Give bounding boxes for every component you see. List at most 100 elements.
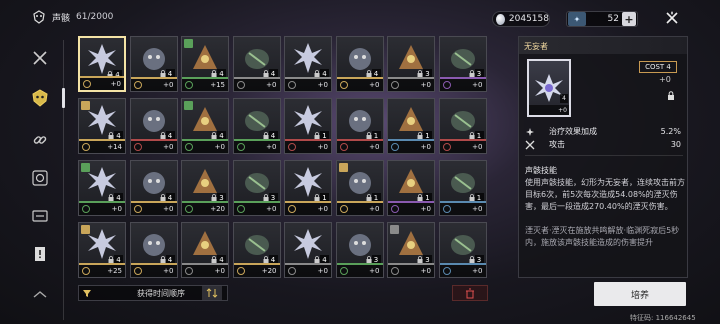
element-icon	[339, 143, 348, 151]
echo-card[interactable]: 4 +0	[129, 36, 178, 92]
cultivate-button[interactable]: 培养	[594, 282, 686, 306]
stamina-icon: ✦	[568, 12, 586, 26]
echo-card[interactable]: 4 +0	[232, 36, 281, 92]
echo-card[interactable]: 3 +0	[387, 36, 435, 92]
echo-tune: +0	[472, 81, 483, 89]
element-icon	[391, 205, 399, 213]
sidebar-item-more[interactable]	[26, 280, 54, 308]
echo-card[interactable]: 1 +0	[284, 160, 332, 216]
lock-icon[interactable]	[667, 91, 675, 100]
echo-card[interactable]: 1 +0	[438, 98, 487, 154]
card-footer: +0	[182, 141, 228, 153]
echo-card[interactable]: 4 +15	[181, 36, 229, 92]
echo-tune: +15	[210, 81, 225, 89]
stamina-value: 52	[607, 14, 619, 24]
echo-tune: +0	[317, 81, 328, 89]
set-badge-icon	[184, 101, 193, 110]
echo-grid: 4 +0 4 +0 4 +15 4 +0 4 +0 4 +0 3 +0 3 +0 4 +14 4 +0 4 +0 4 +0 1 +…	[78, 36, 488, 280]
echo-tune: +0	[163, 81, 174, 89]
card-footer: +0	[336, 141, 383, 153]
card-footer: +0	[80, 78, 124, 90]
element-icon	[288, 143, 296, 151]
chevron-icon	[33, 291, 47, 298]
echo-card[interactable]: 3 +20	[181, 160, 229, 216]
sidebar-item-tuning[interactable]	[26, 126, 54, 154]
echo-card[interactable]: 3 +0	[335, 222, 384, 278]
sidebar-item-weapon[interactable]	[26, 44, 54, 72]
echo-tune: +0	[369, 205, 380, 213]
echo-tune: +0	[317, 143, 328, 151]
element-icon	[236, 143, 245, 151]
discard-button[interactable]	[452, 285, 488, 301]
sort-order-toggle[interactable]	[202, 286, 222, 300]
echo-card[interactable]: 4 +0	[232, 98, 281, 154]
echo-card[interactable]: 4 +0	[284, 222, 332, 278]
echo-tune: +0	[163, 267, 174, 275]
echo-card[interactable]: 3 +0	[438, 36, 487, 92]
echo-tune: +0	[420, 81, 431, 89]
echo-tune: +0	[266, 205, 277, 213]
echo-card[interactable]: 4 +20	[232, 222, 281, 278]
echo-card[interactable]: 4 +0	[129, 160, 178, 216]
echo-card[interactable]: 3 +0	[232, 160, 281, 216]
echo-name: 无妄者	[519, 37, 687, 54]
echo-card[interactable]: 4 +0	[78, 36, 126, 92]
element-icon	[339, 81, 348, 89]
skill-description: 使用声骸技能，幻形为无妄者，连续攻击前方目标6次，前5次每次造成54.08%的湮…	[525, 178, 685, 211]
echo-card[interactable]: 1 +0	[387, 160, 435, 216]
echo-tune: +0	[472, 143, 483, 151]
currency-display: 2045158	[492, 11, 550, 27]
element-icon	[133, 205, 142, 213]
sidebar-item-fusion[interactable]	[26, 164, 54, 192]
element-icon	[236, 205, 245, 213]
element-icon	[133, 81, 142, 89]
element-icon	[442, 81, 451, 89]
coin-icon	[496, 13, 505, 25]
echo-card[interactable]: 3 +0	[438, 222, 487, 278]
echo-card[interactable]: 3 +0	[387, 222, 435, 278]
echo-card[interactable]: 4 +0	[78, 160, 126, 216]
sidebar-item-notice[interactable]	[26, 240, 54, 268]
element-icon	[288, 81, 296, 89]
echo-card[interactable]: 4 +0	[129, 98, 178, 154]
sidebar-item-echo[interactable]	[26, 84, 65, 112]
echo-card[interactable]: 4 +0	[129, 222, 178, 278]
stat-value: 30	[670, 140, 681, 149]
echo-card[interactable]: 1 +0	[387, 98, 435, 154]
close-button[interactable]	[662, 8, 682, 28]
echo-tune: +0	[472, 205, 483, 213]
card-footer: +20	[233, 265, 280, 277]
mask-icon	[33, 10, 45, 24]
echo-card[interactable]: 1 +0	[438, 160, 487, 216]
element-icon	[288, 205, 296, 213]
echo-card[interactable]: 4 +0	[284, 36, 332, 92]
echo-tune: +0	[472, 267, 483, 275]
echo-card[interactable]: 1 +0	[335, 160, 384, 216]
element-icon	[236, 267, 245, 275]
stamina-add-button[interactable]: +	[622, 12, 636, 26]
element-icon	[133, 267, 142, 275]
card-footer: +0	[439, 141, 486, 153]
set-badge-icon	[390, 225, 399, 234]
card-footer: +0	[233, 141, 280, 153]
echo-card[interactable]: 4 +0	[335, 36, 384, 92]
echo-card[interactable]: 1 +0	[335, 98, 384, 154]
filter-button[interactable]	[79, 286, 95, 300]
echo-card[interactable]: 1 +0	[284, 98, 332, 154]
echo-card[interactable]: 4 +0	[181, 98, 229, 154]
sort-arrows-icon	[206, 288, 218, 298]
echo-tune: +20	[210, 205, 225, 213]
stat-name: 攻击	[549, 140, 565, 149]
element-icon	[339, 205, 348, 213]
top-bar: 声骸 61/2000 2045158 ✦ 52 +	[0, 0, 720, 36]
element-icon	[339, 267, 348, 275]
echo-card[interactable]: 4 +25	[78, 222, 126, 278]
echo-card[interactable]: 4 +14	[78, 98, 126, 154]
echo-card[interactable]: 4 +0	[181, 222, 229, 278]
element-icon	[391, 143, 399, 151]
echo-tune: +0	[420, 267, 431, 275]
echo-tune: +0	[214, 267, 225, 275]
element-icon	[185, 81, 193, 89]
sidebar-item-data[interactable]	[26, 202, 54, 230]
chain-icon	[33, 136, 47, 144]
